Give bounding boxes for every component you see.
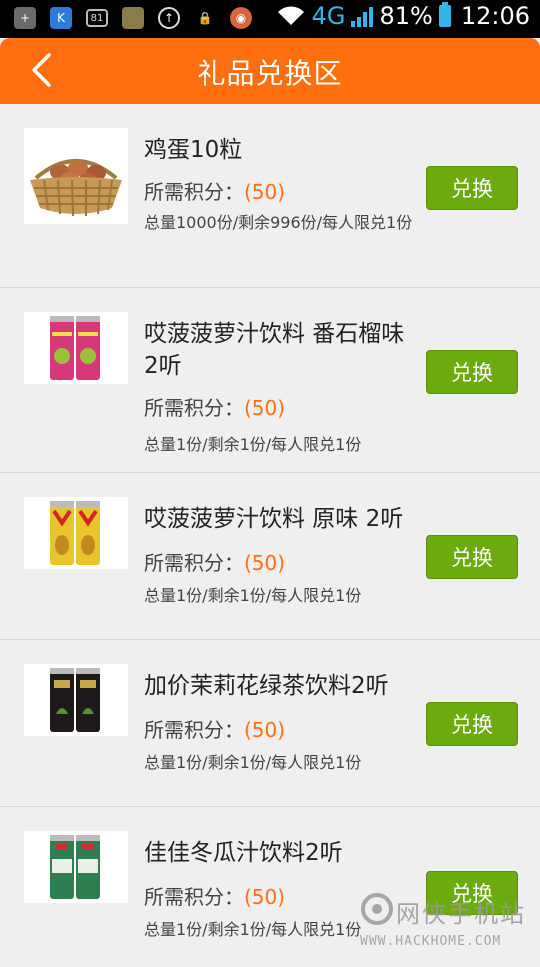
- exchange-button[interactable]: 兑换: [426, 166, 518, 210]
- eggs-basket-image: [24, 128, 128, 224]
- status-bar: + K 81 ↑ 🔒 ◉ 4G 81% 12:06: [0, 0, 540, 38]
- network-type: 4G: [311, 2, 346, 30]
- points-row: 所需积分：(50): [144, 176, 285, 205]
- exchange-button[interactable]: 兑换: [426, 350, 518, 394]
- battery-percent: 81%: [379, 2, 433, 30]
- watermark-logo-icon: [361, 893, 393, 925]
- clock: 12:06: [460, 2, 530, 30]
- item-name: 加价茉莉花绿茶饮料2听: [144, 673, 389, 699]
- points-label: 所需积分：: [144, 718, 244, 742]
- list-item: 哎菠菠萝汁饮料 原味 2听 所需积分：(50) 总量1份/剩余1份/每人限兑1份…: [0, 473, 540, 640]
- exchange-button[interactable]: 兑换: [426, 702, 518, 746]
- camera-app-icon: ◉: [230, 7, 252, 29]
- points-value: (50): [244, 885, 286, 909]
- quantity-info: 总量1份/剩余1份/每人限兑1份: [144, 435, 362, 454]
- app-header: 礼品兑换区: [0, 38, 540, 104]
- points-row: 所需积分：(50): [144, 392, 285, 421]
- item-name: 哎菠菠萝汁饮料 番石榴味 2听: [144, 321, 405, 379]
- package-icon: [122, 7, 144, 29]
- pineapple-cans-image: [24, 497, 128, 569]
- k-app-icon: K: [50, 7, 72, 29]
- points-row: 所需积分：(50): [144, 714, 285, 743]
- notification-count-icon: 81: [86, 9, 108, 27]
- page-title: 礼品兑换区: [197, 57, 343, 90]
- upload-icon: ↑: [158, 7, 180, 29]
- battery-icon: [438, 2, 451, 27]
- quantity-info: 总量1份/剩余1份/每人限兑1份: [144, 753, 362, 772]
- watermark-url: WWW.HACKHOME.COM: [360, 934, 502, 949]
- guava-cans-image: [24, 312, 128, 384]
- wifi-icon: [277, 6, 304, 25]
- green-tea-cans-image: [24, 664, 128, 736]
- add-icon: +: [14, 7, 36, 29]
- points-row: 所需积分：(50): [144, 547, 285, 576]
- points-value: (50): [244, 551, 286, 575]
- points-label: 所需积分：: [144, 180, 244, 204]
- list-item: 哎菠菠萝汁饮料 番石榴味 2听 所需积分：(50) 总量1份/剩余1份/每人限兑…: [0, 288, 540, 473]
- item-name: 佳佳冬瓜汁饮料2听: [144, 840, 343, 866]
- watermark-text: 网侠手机站: [396, 900, 526, 928]
- points-value: (50): [244, 718, 286, 742]
- quantity-info: 总量1000份/剩余996份/每人限兑1份: [144, 213, 413, 232]
- points-value: (50): [244, 180, 286, 204]
- quantity-info: 总量1份/剩余1份/每人限兑1份: [144, 586, 362, 605]
- item-name: 哎菠菠萝汁饮料 原味 2听: [144, 506, 404, 532]
- points-label: 所需积分：: [144, 885, 244, 909]
- lock-icon: 🔒: [197, 11, 213, 25]
- watermark: 网侠手机站 WWW.HACKHOME.COM: [356, 888, 538, 958]
- list-item: 鸡蛋10粒 所需积分：(50) 总量1000份/剩余996份/每人限兑1份 兑换: [0, 104, 540, 288]
- gift-list: 鸡蛋10粒 所需积分：(50) 总量1000份/剩余996份/每人限兑1份 兑换…: [0, 104, 540, 967]
- signal-icon: [351, 5, 374, 27]
- winter-melon-cans-image: [24, 831, 128, 903]
- points-label: 所需积分：: [144, 396, 244, 420]
- list-item: 加价茉莉花绿茶饮料2听 所需积分：(50) 总量1份/剩余1份/每人限兑1份 兑…: [0, 640, 540, 807]
- points-label: 所需积分：: [144, 551, 244, 575]
- points-row: 所需积分：(50): [144, 881, 285, 910]
- exchange-button[interactable]: 兑换: [426, 535, 518, 579]
- item-name: 鸡蛋10粒: [144, 137, 243, 163]
- points-value: (50): [244, 396, 286, 420]
